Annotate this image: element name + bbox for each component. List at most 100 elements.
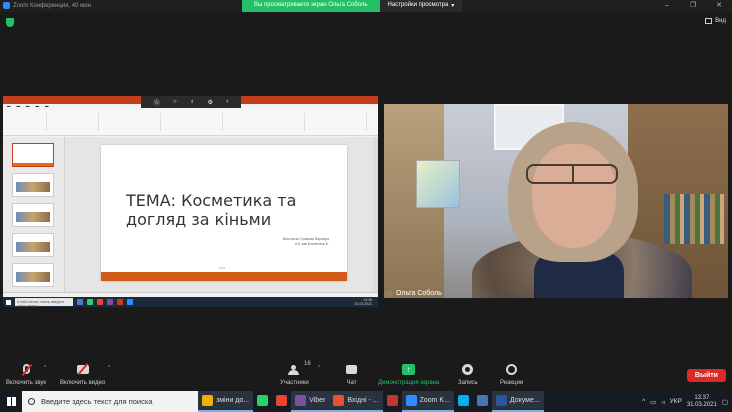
slide-footer-number: 1911 [219, 266, 226, 270]
share-banner-message: Вы просматриваете экран Ольга Соболь [242, 0, 380, 12]
ribbon-group [7, 113, 47, 131]
meeting-toolbar: Включить звук ^ Включить видео ^ Участни… [0, 357, 732, 391]
start-video-label: Включить видео [60, 380, 106, 386]
window-title-text: Zoom Конференция, 40 мин [13, 2, 91, 9]
microphone-muted-icon [21, 363, 32, 377]
taskbar-app[interactable]: зміни до... [198, 391, 254, 412]
search-icon [28, 398, 35, 405]
windows-taskbar: Введите здесь текст для поиска зміни до.… [0, 391, 732, 412]
app-icon [476, 395, 488, 406]
app-icon [386, 395, 398, 406]
ribbon-group [49, 113, 99, 131]
unmute-button[interactable]: Включить звук [6, 363, 46, 386]
app-icon [77, 299, 83, 305]
slide-thumbnail[interactable] [12, 263, 54, 287]
record-button[interactable]: Запись [458, 363, 478, 386]
thumb-picture [16, 182, 50, 192]
leave-button[interactable]: Выйти [686, 369, 726, 382]
participants-options-caret[interactable]: ^ [318, 365, 320, 371]
window-title: Zoom Конференция, 40 мин [3, 2, 91, 9]
start-button[interactable] [0, 391, 22, 412]
current-slide[interactable]: ТЕМА: Косметика та догляд за кіньми Вико… [101, 145, 347, 281]
app-icon [202, 395, 213, 406]
slide-subtitle-line: 6-Б зав Косметики Б. [294, 242, 329, 246]
slide-scrollbar[interactable] [373, 137, 378, 292]
reactions-icon [506, 363, 518, 375]
app-icon [495, 395, 507, 406]
taskbar-app-label: Viber [309, 397, 326, 404]
video-poster [416, 160, 460, 208]
app-icon [127, 299, 133, 305]
taskbar-app[interactable] [383, 391, 402, 412]
grid-icon [705, 18, 713, 24]
clock-date: 31.03.2021 [686, 401, 717, 408]
reactions-button[interactable]: Реакции [500, 363, 523, 386]
slide-thumbnail[interactable] [12, 233, 54, 257]
slide-thumbnail[interactable] [12, 143, 54, 167]
thumb-accent-bar [13, 163, 53, 166]
shared-clock-date: 31.03.2021 [354, 302, 372, 306]
taskbar-app[interactable]: Viber [291, 391, 330, 412]
taskbar-app[interactable] [454, 391, 473, 412]
taskbar-app[interactable]: Докуме... [491, 391, 544, 412]
maximize-button[interactable]: ❐ [680, 0, 706, 12]
slide-thumbnail[interactable] [12, 203, 54, 227]
taskbar-app-label: Zoom K... [419, 397, 450, 404]
app-icon [107, 299, 113, 305]
app-icon [117, 299, 123, 305]
share-screen-icon: ↑ [402, 363, 416, 375]
share-screen-button[interactable]: ↑ Демонстрация экрана [378, 363, 439, 386]
zoom-logo-icon [3, 2, 10, 9]
clock-time: 13:37 [694, 394, 710, 401]
circle-icon: ○ [172, 99, 177, 105]
taskbar-app-label: Вхідні - ... [347, 397, 379, 404]
system-tray: ^ ▭ ◃ УКР 13:37 31.03.2021 ▢ [642, 395, 732, 409]
notifications-icon[interactable]: ▢ [722, 398, 728, 406]
slide-thumbnail[interactable] [12, 173, 54, 197]
participants-count: 16 [304, 361, 311, 367]
language-indicator[interactable]: УКР [670, 398, 682, 405]
zoom-window: Zoom Конференция, 40 мин Вы просматривае… [0, 0, 732, 412]
gear-icon: ⚙ [207, 99, 214, 106]
chevron-up-icon[interactable]: ^ [642, 398, 645, 405]
share-screen-label: Демонстрация экрана [378, 380, 440, 386]
view-button-label: Вид [715, 18, 726, 24]
taskbar-app[interactable] [272, 391, 291, 412]
taskbar-app[interactable]: Вхідні - ... [329, 391, 383, 412]
chevron-down-icon: ▾ [451, 3, 455, 9]
participant-video[interactable] [384, 104, 728, 298]
view-button[interactable]: Вид [705, 18, 726, 24]
app-icon [333, 395, 345, 406]
taskbar-search-box[interactable]: Введите здесь текст для поиска [22, 391, 198, 412]
video-options-caret[interactable]: ^ [108, 365, 110, 371]
hp-overlay-toolbar: ⓗ ○ ♁ ⚙ ‹ [141, 96, 241, 108]
chat-button[interactable]: Чат [346, 363, 357, 386]
shared-screen[interactable]: ▬ ▬ ▬ ▬ ▬ ⓗ ○ ♁ ⚙ ‹ ТЕМА: Косметика та д… [3, 96, 378, 307]
ppt-ribbon [3, 110, 378, 136]
minimize-button[interactable]: – [654, 0, 680, 12]
view-settings-button[interactable]: Настройки просмотра ▾ [379, 0, 463, 12]
network-icon[interactable]: ▭ [650, 398, 656, 406]
participants-icon [288, 364, 300, 375]
close-button[interactable]: ✕ [706, 0, 732, 12]
taskbar-search-placeholder: Введите здесь текст для поиска [41, 397, 153, 406]
start-video-button[interactable]: Включить видео [60, 362, 106, 386]
reactions-label: Реакции [500, 380, 524, 386]
share-banner: Вы просматриваете экран Ольга Соболь Нас… [242, 0, 463, 12]
thumb-picture [16, 212, 50, 222]
taskbar-app[interactable]: Zoom K... [401, 391, 454, 412]
encryption-shield-icon[interactable] [6, 18, 14, 27]
video-books [664, 194, 724, 244]
ribbon-group [163, 113, 223, 131]
audio-options-caret[interactable]: ^ [44, 365, 46, 371]
title-bar: Zoom Конференция, 40 мин Вы просматривае… [0, 0, 732, 12]
participant-name-tag: Ольга Соболь [385, 290, 442, 297]
taskbar-apps: зміни до... Viber Вхідні - ... Zoom K... Док… [198, 391, 544, 412]
chat-label: Чат [346, 380, 357, 386]
windows-start-icon [6, 299, 11, 305]
taskbar-app[interactable] [473, 391, 492, 412]
lamp-icon: ♁ [189, 99, 195, 105]
speaker-icon[interactable]: ◃ [661, 398, 664, 406]
taskbar-clock[interactable]: 13:37 31.03.2021 [687, 395, 717, 409]
taskbar-app[interactable] [253, 391, 272, 412]
